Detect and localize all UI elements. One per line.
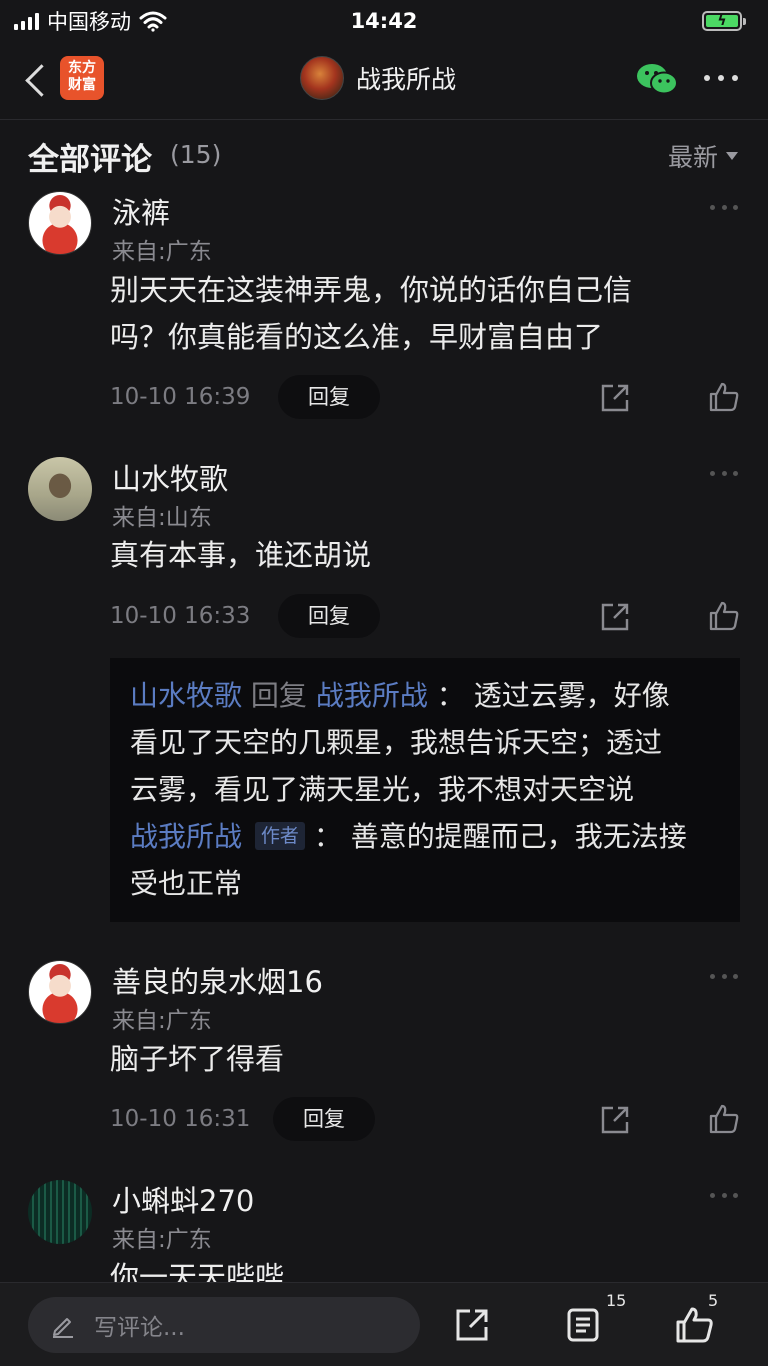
battery-icon: ϟ [702,11,746,31]
reply-text: 善意的提醒而己，我无法接 [350,820,687,853]
reply-button[interactable]: 回复 [278,375,380,419]
reply-item[interactable]: 山水牧歌 回复 战我所战 ： 透过云雾，好像 [130,672,720,719]
clock: 14:42 [350,9,418,33]
comment-text-line: 别天天在这装神弄鬼，你说的话你自己信 [110,273,633,307]
reply-colon: ： [313,820,342,853]
share-icon[interactable] [600,602,630,632]
section-title: 全部评论 [28,142,152,178]
comment-text: 真有本事，谁还胡说 [110,532,720,579]
share-icon[interactable] [600,1105,630,1135]
like-count-badge: 5 [708,1291,719,1310]
comment-more-icon[interactable] [710,471,738,477]
charging-bolt-icon: ϟ [717,13,727,29]
comment-placeholder: 写评论... [94,1315,185,1341]
reply-button[interactable]: 回复 [278,594,380,638]
reply-target[interactable]: 战我所战 [316,679,428,712]
comment-more-icon[interactable] [710,1193,738,1199]
comment-count: (15) [170,140,222,169]
comment-time: 10-10 16:39 [110,384,251,410]
bottom-toolbar: 写评论... 15 5 [0,1282,768,1366]
reply-text-line: 受也正常 [130,867,243,900]
pen-icon [53,1318,73,1338]
reply-item[interactable]: 战我所战 作者 ： 善意的提醒而己，我无法接 [130,813,720,860]
comment-count-badge: 15 [606,1291,627,1310]
logo-text-top: 东方 [68,60,96,76]
author-badge: 作者 [254,822,305,850]
comment-location: 来自:广东 [112,1008,212,1034]
comment-location: 来自:广东 [112,1227,212,1253]
sort-dropdown[interactable]: 最新 [668,138,738,174]
comment-input[interactable]: 写评论... [28,1297,420,1353]
avatar [300,56,344,100]
comment-author[interactable]: 小蝌蚪270 [112,1178,254,1220]
comment-time: 10-10 16:31 [110,1106,251,1132]
reply-thread[interactable]: 山水牧歌 回复 战我所战 ： 透过云雾，好像 看见了天空的几颗星，我想告诉天空；… [110,658,740,922]
reply-author[interactable]: 山水牧歌 [130,679,242,712]
wechat-icon[interactable] [636,62,678,96]
reply-button[interactable]: 回复 [273,1097,375,1141]
avatar[interactable] [28,191,92,255]
comment-time: 10-10 16:33 [110,603,251,629]
status-left: 中国移动 [14,6,167,36]
status-bar: 中国移动 14:42 ϟ [0,0,768,42]
cellular-signal-icon [14,12,39,30]
comment-text-line: 脑子坏了得看 [110,1042,285,1076]
page-title: 战我所战 [356,65,457,94]
eastmoney-logo[interactable]: 东方 财富 [60,56,104,100]
thumbs-up-icon[interactable] [708,1103,740,1135]
thumbs-up-icon[interactable] [674,1305,714,1345]
comment-text-line: 吗？你真能看的这么准，早财富自由了 [110,320,604,354]
comment-text-line: 你一天天哔哔 [110,1260,285,1282]
reply-text: 透过云雾，好像 [473,679,670,712]
reply-colon: ： [436,679,465,712]
reply-text-line: 看见了天空的几颗星，我想告诉天空；透过 [130,726,663,759]
comment-text: 别天天在这装神弄鬼，你说的话你自己信 吗？你真能看的这么准，早财富自由了 [110,267,720,361]
comment-location: 来自:广东 [112,239,212,265]
sort-label: 最新 [667,143,718,172]
wifi-icon [139,11,167,32]
thumbs-up-icon[interactable] [708,381,740,413]
comment-author[interactable]: 山水牧歌 [112,456,228,498]
logo-text-bottom: 财富 [68,77,96,93]
comment-text: 你一天天哔哔 [110,1254,720,1282]
comment-text-line: 真有本事，谁还胡说 [110,538,372,572]
comment-more-icon[interactable] [710,974,738,980]
comment-author[interactable]: 善良的泉水烟16 [112,959,323,1001]
back-button[interactable] [22,60,52,100]
comment-text: 脑子坏了得看 [110,1036,720,1083]
avatar[interactable] [28,457,92,521]
avatar[interactable] [28,960,92,1024]
nav-bar: 东方 财富 战我所战 [0,42,768,120]
carrier-name: 中国移动 [47,10,131,34]
comment-author[interactable]: 泳裤 [112,190,170,232]
thumbs-up-icon[interactable] [708,600,740,632]
reply-verb: 回复 [250,679,307,712]
reply-text-line: 云雾，看见了满天星光，我不想对天空说 [130,773,635,806]
comments-list-icon[interactable] [566,1307,600,1343]
share-icon[interactable] [600,383,630,413]
caret-down-icon [726,152,738,160]
comments-header: 全部评论 (15) 最新 [0,130,768,180]
avatar[interactable] [28,1180,92,1244]
share-icon[interactable] [454,1307,490,1343]
comment-location: 来自:山东 [112,505,212,531]
comment-more-icon[interactable] [710,205,738,211]
post-author-header[interactable]: 战我所战 [300,56,456,100]
reply-author[interactable]: 战我所战 [130,820,242,853]
more-options-icon[interactable] [704,72,738,84]
